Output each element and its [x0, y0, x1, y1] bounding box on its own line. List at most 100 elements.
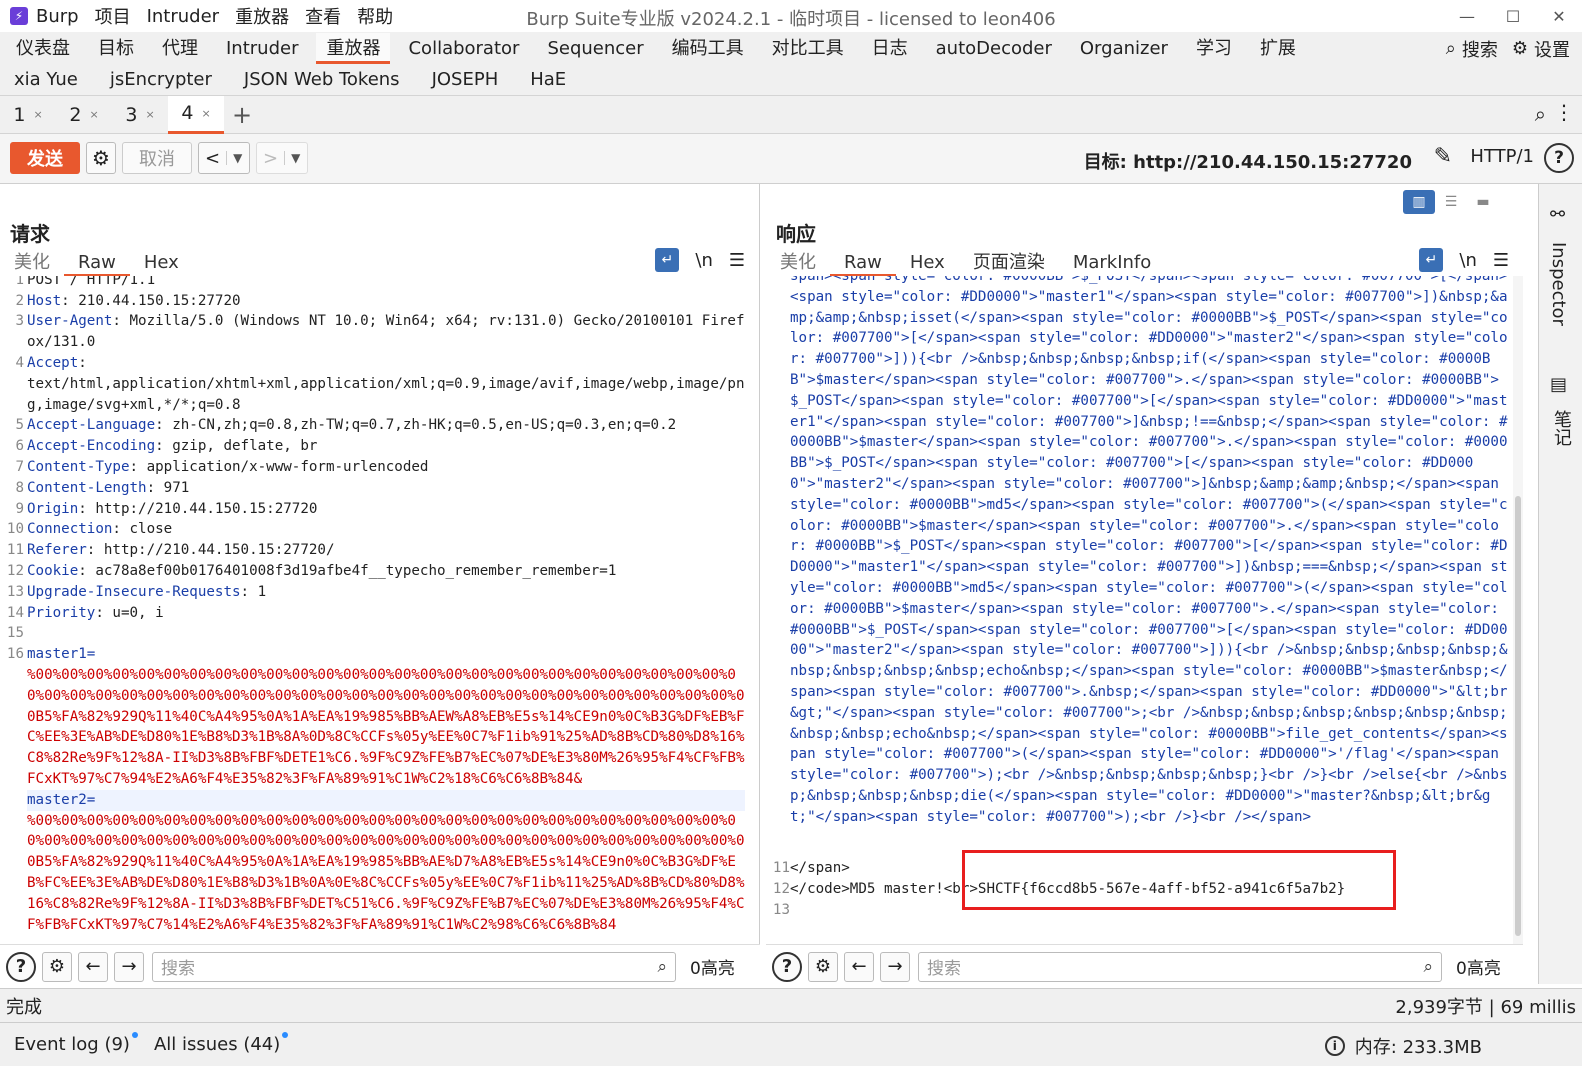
forward-button[interactable]: > ▼ [256, 142, 308, 174]
settings-button[interactable]: 设置 [1534, 36, 1570, 62]
wrap-icon[interactable]: ↵ [655, 248, 680, 272]
tab-jwt[interactable]: JSON Web Tokens [234, 64, 410, 95]
tab-jsencrypter[interactable]: jsEncrypter [100, 64, 222, 95]
all-issues-button[interactable]: All issues (44) [154, 1032, 289, 1055]
menu-icon[interactable]: ☰ [729, 250, 745, 271]
main-tabs: 仪表盘 目标 代理 Intruder 重放器 Collaborator Sequ… [0, 32, 1582, 96]
tab-hex[interactable]: Hex [896, 250, 959, 276]
notes-icon[interactable]: ▤ [1550, 374, 1567, 395]
line-number: 15 [6, 625, 24, 642]
add-tab-button[interactable]: + [232, 101, 252, 129]
notes-tab[interactable]: 笔记 [1548, 410, 1574, 446]
tabs-layout-icon[interactable]: ▬ [1467, 190, 1499, 214]
close-icon[interactable]: × [201, 107, 210, 120]
inspector-tab[interactable]: Inspector [1548, 242, 1569, 326]
highlight-box [962, 850, 1396, 910]
gear-icon[interactable]: ⚙ [86, 142, 116, 174]
close-icon[interactable]: × [33, 108, 42, 121]
tab-pretty[interactable]: 美化 [766, 250, 830, 276]
menu-intruder[interactable]: Intruder [147, 6, 219, 27]
help-icon[interactable]: ? [6, 951, 36, 982]
highlight-count: 0高亮 [690, 959, 735, 979]
maximize-icon[interactable]: ☐ [1490, 0, 1536, 32]
tab-pretty[interactable]: 美化 [0, 250, 64, 276]
more-icon[interactable]: ⋮ [1554, 100, 1574, 124]
tab-repeater[interactable]: 重放器 [316, 33, 391, 64]
response-editor[interactable]: span><span style="color: #0000BB">$_POST… [766, 276, 1523, 984]
menu-help[interactable]: 帮助 [357, 3, 393, 29]
wrap-icon[interactable]: ↵ [1419, 248, 1444, 272]
close-icon[interactable]: × [145, 108, 154, 121]
menu-view[interactable]: 查看 [305, 3, 341, 29]
menu-burp[interactable]: Burp [36, 6, 79, 27]
target-url[interactable]: 目标: http://210.44.150.15:27720 [1084, 148, 1412, 174]
tab-joseph[interactable]: JOSEPH [422, 64, 509, 95]
help-icon[interactable]: ? [1544, 143, 1574, 173]
cancel-button[interactable]: 取消 [122, 142, 192, 174]
tab-proxy[interactable]: 代理 [152, 33, 208, 64]
gear-icon[interactable]: ⚙ [1512, 38, 1528, 59]
arrow-right-icon[interactable]: → [880, 951, 910, 982]
minimize-icon[interactable]: — [1444, 0, 1490, 32]
chevron-down-icon[interactable]: ▼ [226, 151, 248, 165]
response-scrollbar[interactable] [1513, 276, 1523, 984]
menu-icon[interactable]: ☰ [1493, 250, 1509, 271]
gear-icon[interactable]: ⚙ [42, 951, 72, 982]
tab-raw[interactable]: Raw [64, 250, 130, 276]
tab-render[interactable]: 页面渲染 [959, 250, 1059, 276]
inspector-icon[interactable]: ⚯ [1550, 204, 1565, 225]
tab-organizer[interactable]: Organizer [1070, 33, 1178, 64]
search-input[interactable]: 搜索 ⌕ [152, 951, 676, 982]
line-text: : close [112, 521, 173, 538]
tab-logger[interactable]: 日志 [862, 33, 918, 64]
gear-icon[interactable]: ⚙ [808, 951, 838, 982]
arrow-left-icon[interactable]: ← [78, 951, 108, 982]
tab-raw[interactable]: Raw [830, 250, 896, 276]
tab-hae[interactable]: HaE [520, 64, 576, 95]
arrow-left-icon[interactable]: ← [844, 951, 874, 982]
tab-hex[interactable]: Hex [130, 250, 193, 276]
event-log-button[interactable]: Event log (9) [14, 1032, 138, 1055]
tab-target[interactable]: 目标 [88, 33, 144, 64]
help-icon[interactable]: ? [772, 951, 802, 982]
global-search-button[interactable]: 搜索 [1462, 36, 1498, 62]
status-bar: 完成 2,939字节 | 69 millis [0, 988, 1582, 1022]
send-button[interactable]: 发送 [10, 142, 80, 174]
tab-decoder[interactable]: 编码工具 [662, 33, 754, 64]
repeater-tabs: 1 × 2 × 3 × 4 × + ⌕ ⋮ [0, 95, 1582, 134]
repeater-tab-2[interactable]: 2 × [56, 96, 112, 134]
close-icon[interactable]: × [89, 108, 98, 121]
close-icon[interactable]: ✕ [1536, 0, 1582, 32]
split-vertical-icon[interactable]: ☰ [1435, 190, 1467, 214]
line-number: 2 [15, 292, 24, 309]
tab-markinfo[interactable]: MarkInfo [1059, 250, 1165, 276]
search-icon[interactable]: ⌕ [1446, 38, 1456, 59]
arrow-right-icon[interactable]: → [114, 951, 144, 982]
newline-icon[interactable]: \n [1459, 250, 1476, 271]
line-number: 13 [6, 583, 24, 600]
search-icon[interactable]: ⌕ [1535, 102, 1546, 126]
menu-project[interactable]: 项目 [95, 3, 131, 29]
split-horizontal-icon[interactable]: ▥ [1403, 190, 1435, 214]
menu-repeater[interactable]: 重放器 [235, 3, 289, 29]
pencil-icon[interactable]: ✎ [1434, 144, 1452, 169]
repeater-tab-1[interactable]: 1 × [0, 96, 56, 134]
tab-dashboard[interactable]: 仪表盘 [6, 33, 80, 64]
tab-xia-yue[interactable]: xia Yue [4, 64, 88, 95]
repeater-tab-3[interactable]: 3 × [112, 96, 168, 134]
newline-icon[interactable]: \n [695, 250, 712, 271]
search-icon: ⌕ [1423, 956, 1433, 977]
chevron-down-icon[interactable]: ▼ [284, 151, 306, 165]
back-button[interactable]: < ▼ [198, 142, 250, 174]
request-editor[interactable]: 1 POST / HTTP/1.1 2 Host: 210.44.150.15:277… [0, 276, 759, 984]
tab-autodecoder[interactable]: autoDecoder [926, 33, 1062, 64]
search-input[interactable]: 搜索 ⌕ [918, 951, 1442, 982]
tab-sequencer[interactable]: Sequencer [537, 33, 653, 64]
tab-collaborator[interactable]: Collaborator [398, 33, 529, 64]
tab-intruder[interactable]: Intruder [216, 33, 308, 64]
repeater-tab-4[interactable]: 4 × [168, 95, 224, 134]
tab-learn[interactable]: 学习 [1186, 33, 1242, 64]
tab-comparer[interactable]: 对比工具 [762, 33, 854, 64]
http-version[interactable]: HTTP/1 [1470, 146, 1534, 167]
tab-extensions[interactable]: 扩展 [1250, 33, 1306, 64]
